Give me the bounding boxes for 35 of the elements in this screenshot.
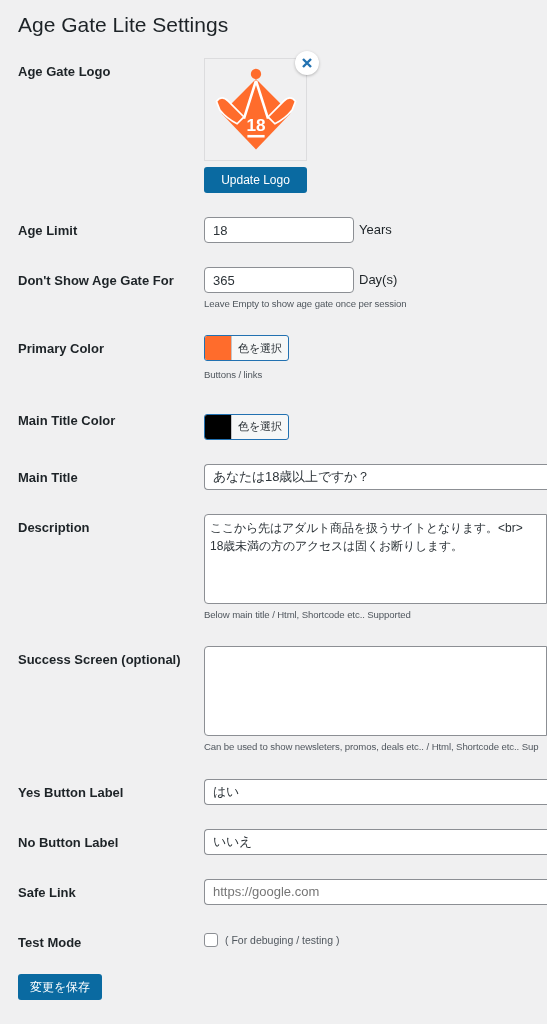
field-label: No Button Label	[18, 833, 120, 852]
color-picker-button[interactable]: 色を選択	[204, 413, 289, 440]
field-label: Main Title	[18, 468, 79, 487]
remove-logo-button[interactable]	[295, 51, 319, 75]
test-mode-checkbox[interactable]	[204, 933, 218, 948]
text-input[interactable]: あなたは18歳以上ですか？	[204, 463, 547, 490]
number-input[interactable]: 365	[204, 267, 354, 293]
field-label: Age Limit	[18, 222, 79, 240]
update-logo-button[interactable]: Update Logo	[204, 167, 307, 193]
field-label: Yes Button Label	[18, 783, 125, 802]
help-text: Below main title / Html, Shortcode etc.. Supported	[204, 607, 412, 622]
checkbox-note: ( For debuging / testing )	[225, 932, 340, 948]
field-label: Test Mode	[18, 933, 83, 952]
unit-label: Years	[359, 221, 392, 240]
color-picker-button[interactable]: 色を選択	[204, 335, 289, 362]
field-label: Description	[18, 518, 91, 537]
page-title: Age Gate Lite Settings	[18, 12, 230, 38]
field-label: Don't Show Age Gate For	[18, 272, 175, 290]
field-label: Success Screen (optional)	[18, 651, 182, 670]
field-label: Safe Link	[18, 883, 77, 902]
field-label: Age Gate Logo	[18, 63, 112, 81]
close-icon	[302, 58, 312, 68]
field-label: Primary Color	[18, 340, 105, 359]
help-text: Leave Empty to show age gate once per session	[204, 297, 408, 311]
save-button[interactable]: 変更を保存	[18, 973, 102, 1000]
help-text: Can be used to show newsleters, promos, deals etc.. / Html, Shortcode etc.. Sup	[204, 740, 540, 755]
text-input[interactable]: いいえ	[204, 828, 547, 855]
help-text: Buttons / links	[204, 368, 264, 383]
unit-label: Day(s)	[359, 271, 398, 290]
field-label: Main Title Color	[18, 411, 117, 430]
text-input[interactable]: https://google.com	[204, 878, 547, 905]
number-input[interactable]: 18	[204, 217, 354, 243]
text-input[interactable]: はい	[204, 778, 547, 805]
text-area[interactable]: ここから先はアダルト商品を扱うサイトとなります。<br> 18歳未満の方のアクセスは固くお断りします。	[204, 513, 547, 604]
text-area[interactable]	[204, 646, 547, 737]
